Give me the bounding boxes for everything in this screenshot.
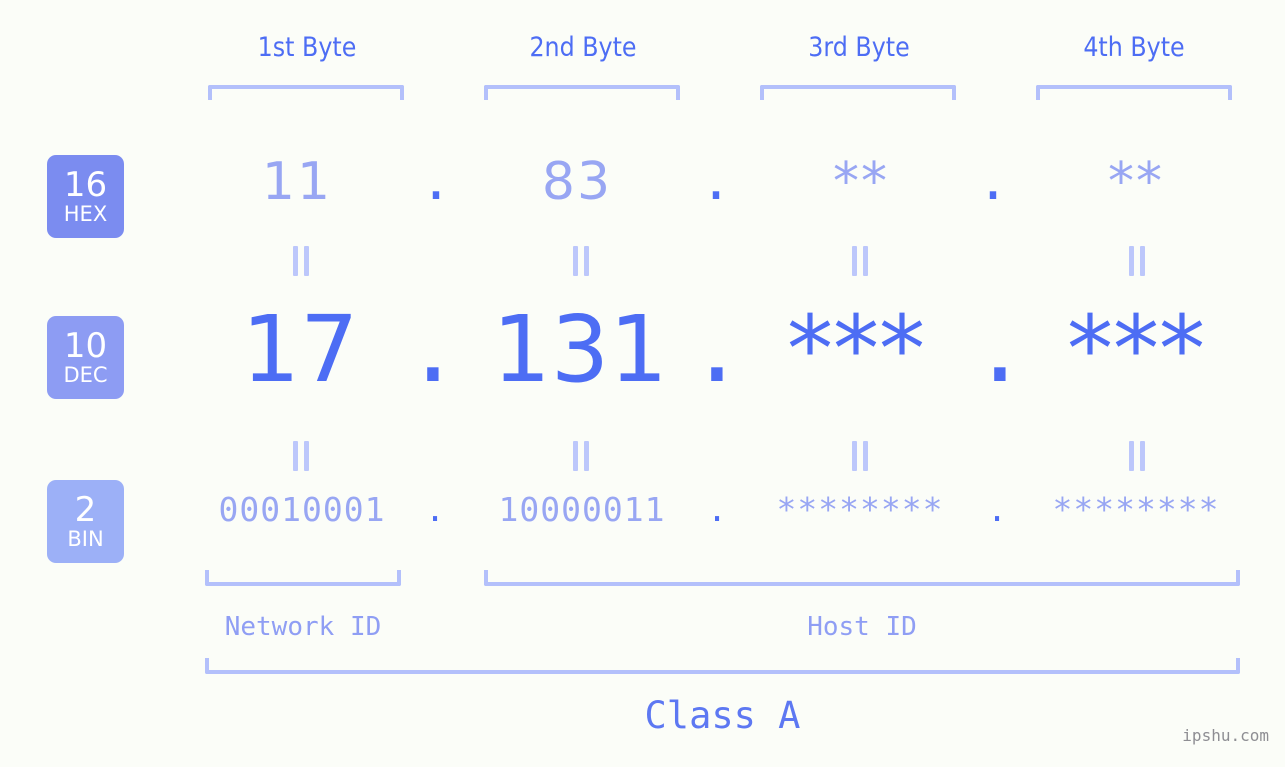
badge-dec-number: 10 bbox=[63, 326, 108, 366]
equivalence-mark-hex-dec-2 bbox=[481, 246, 681, 276]
equivalence-mark-hex-dec-3 bbox=[760, 246, 960, 276]
badge-hex-number: 16 bbox=[63, 165, 108, 205]
network-id-label: Network ID bbox=[224, 612, 382, 642]
class-label: Class A bbox=[644, 694, 801, 737]
badge-hex: 16 HEX bbox=[47, 155, 124, 238]
dec-byte-4-value: *** bbox=[1067, 296, 1205, 403]
byte-header-3: 3rd Byte bbox=[808, 32, 910, 63]
equivalence-mark-dec-bin-2 bbox=[481, 441, 681, 471]
equivalence-mark-hex-dec-1 bbox=[201, 246, 401, 276]
equivalence-mark-hex-dec-4 bbox=[1037, 246, 1237, 276]
badge-hex-name: HEX bbox=[63, 202, 108, 226]
badge-bin-name: BIN bbox=[67, 527, 104, 551]
badge-dec-name: DEC bbox=[63, 363, 108, 387]
byte-bracket-4 bbox=[1036, 85, 1232, 100]
hex-byte-4-value: ** bbox=[1108, 152, 1164, 212]
bin-byte-4-value: ******** bbox=[1052, 490, 1220, 529]
host-id-label: Host ID bbox=[807, 612, 917, 642]
byte-bracket-1 bbox=[208, 85, 404, 100]
byte-header-1: 1st Byte bbox=[257, 32, 357, 63]
ip-address-breakdown-diagram: 1st Byte 2nd Byte 3rd Byte 4th Byte 16 H… bbox=[0, 0, 1285, 767]
badge-bin: 2 BIN bbox=[47, 480, 124, 563]
network-id-bracket bbox=[205, 570, 401, 586]
badge-bin-number: 2 bbox=[74, 490, 97, 530]
byte-header-2: 2nd Byte bbox=[529, 32, 637, 63]
equivalence-mark-dec-bin-1 bbox=[201, 441, 401, 471]
class-bracket bbox=[205, 658, 1240, 674]
byte-bracket-3 bbox=[760, 85, 956, 100]
badge-dec: 10 DEC bbox=[47, 316, 124, 399]
host-id-bracket bbox=[484, 570, 1240, 586]
byte-bracket-2 bbox=[484, 85, 680, 100]
byte-header-4: 4th Byte bbox=[1083, 32, 1185, 63]
equivalence-mark-dec-bin-3 bbox=[760, 441, 960, 471]
site-watermark: ipshu.com bbox=[1182, 726, 1269, 745]
equivalence-mark-dec-bin-4 bbox=[1037, 441, 1237, 471]
